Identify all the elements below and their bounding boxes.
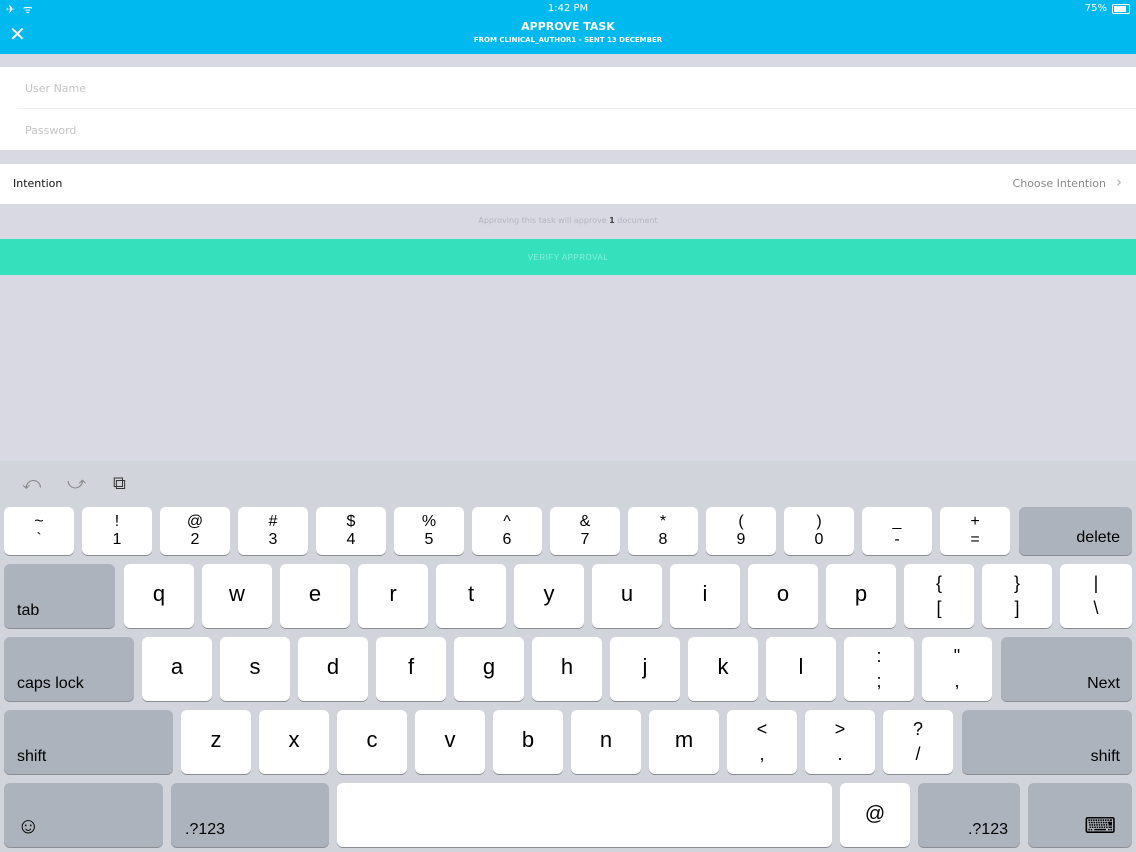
undo-icon[interactable]: ⤺ — [22, 473, 41, 494]
key-left-bracket[interactable]: {[ — [904, 564, 974, 628]
key-7[interactable]: & 7 — [550, 507, 620, 555]
page-title: APPROVE TASK — [521, 20, 615, 33]
key-quote[interactable]: ", — [922, 637, 992, 701]
key-semicolon[interactable]: :; — [844, 637, 914, 701]
key-e[interactable]: e — [280, 564, 350, 628]
key-c[interactable]: c — [337, 710, 407, 774]
key-backtick[interactable]: ~ ` — [4, 507, 74, 555]
numbers-key-left[interactable]: .?123 — [171, 783, 329, 847]
tab-key[interactable]: tab — [4, 564, 115, 628]
key-h[interactable]: h — [532, 637, 602, 701]
key-9[interactable]: (9 — [706, 507, 776, 555]
key-8[interactable]: * 8 — [628, 507, 698, 555]
key-1[interactable]: ! 1 — [82, 507, 152, 555]
key-u[interactable]: u — [592, 564, 662, 628]
dismiss-keyboard-key[interactable]: ⌨ — [1028, 783, 1132, 847]
redo-icon[interactable]: ⤻ — [67, 473, 86, 494]
verify-approval-button[interactable]: VERIFY APPROVAL — [0, 239, 1136, 275]
key-period[interactable]: >. — [805, 710, 875, 774]
key-l[interactable]: l — [766, 637, 836, 701]
page-subtitle: FROM CLINICAL_AUTHOR1 - SENT 13 DECEMBER — [473, 36, 663, 44]
key-2[interactable]: @2 — [160, 507, 230, 555]
key-0[interactable]: ) 0 — [784, 507, 854, 555]
copy-icon[interactable]: ⧉ — [113, 473, 126, 494]
key-n[interactable]: n — [571, 710, 641, 774]
intention-label: Intention — [13, 177, 63, 190]
key-i[interactable]: i — [670, 564, 740, 628]
caps-lock-key[interactable]: caps lock — [4, 637, 134, 701]
key-d[interactable]: d — [298, 637, 368, 701]
key-j[interactable]: j — [610, 637, 680, 701]
battery-icon — [1112, 3, 1130, 14]
shift-key-left[interactable]: shift — [4, 710, 173, 774]
delete-key[interactable]: delete — [1019, 507, 1132, 555]
key-backslash[interactable]: | \ — [1060, 564, 1132, 628]
key-t[interactable]: t — [436, 564, 506, 628]
credentials-group — [0, 67, 1136, 152]
password-field[interactable] — [23, 109, 1136, 152]
key-x[interactable]: x — [259, 710, 329, 774]
username-field[interactable] — [23, 67, 1136, 110]
key-s[interactable]: s — [220, 637, 290, 701]
keyboard: ⤺ ⤻ ⧉ ~ ` ! 1 @2 #3 $4 % 5 ^ 6 & 7 * 8 (9 ) 0 _… — [0, 461, 1136, 852]
key-y[interactable]: y — [514, 564, 584, 628]
battery-percent: 75% — [1084, 3, 1107, 14]
keyboard-icon: ⌨ — [1084, 813, 1116, 838]
nav-bar: ✕ APPROVE TASK FROM CLINICAL_AUTHOR1 - S… — [0, 18, 1136, 54]
emoji-icon: ☺ — [17, 813, 40, 838]
key-p[interactable]: p — [826, 564, 896, 628]
key-minus[interactable]: _ - — [862, 507, 932, 555]
key-right-bracket[interactable]: }] — [982, 564, 1052, 628]
key-6[interactable]: ^ 6 — [472, 507, 542, 555]
key-equals[interactable]: + = — [940, 507, 1010, 555]
key-o[interactable]: o — [748, 564, 818, 628]
key-z[interactable]: z — [181, 710, 251, 774]
intention-row[interactable]: Intention Choose Intention › — [0, 164, 1136, 204]
key-5[interactable]: % 5 — [394, 507, 464, 555]
info-prefix: Approving this task will approve — [478, 216, 610, 225]
key-q[interactable]: q — [124, 564, 194, 628]
chevron-right-icon: › — [1116, 173, 1122, 191]
key-m[interactable]: m — [649, 710, 719, 774]
key-comma[interactable]: <, — [727, 710, 797, 774]
approval-info: Approving this task will approve 1 docum… — [0, 216, 1136, 225]
key-g[interactable]: g — [454, 637, 524, 701]
next-key[interactable]: Next — [1001, 637, 1132, 701]
key-r[interactable]: r — [358, 564, 428, 628]
emoji-key[interactable]: ☺ — [4, 783, 163, 847]
space-key[interactable] — [337, 783, 832, 847]
clock: 1:42 PM — [547, 3, 589, 14]
info-suffix: document — [614, 216, 658, 225]
key-3[interactable]: #3 — [238, 507, 308, 555]
intention-value: Choose Intention — [1012, 177, 1106, 190]
shift-key-right[interactable]: shift — [962, 710, 1132, 774]
key-w[interactable]: w — [202, 564, 272, 628]
key-at[interactable]: @ — [840, 783, 910, 847]
numbers-key-right[interactable]: .?123 — [918, 783, 1020, 847]
key-slash[interactable]: ? / — [883, 710, 953, 774]
key-v[interactable]: v — [415, 710, 485, 774]
key-b[interactable]: b — [493, 710, 563, 774]
key-k[interactable]: k — [688, 637, 758, 701]
key-a[interactable]: a — [142, 637, 212, 701]
key-4[interactable]: $4 — [316, 507, 386, 555]
key-f[interactable]: f — [376, 637, 446, 701]
status-bar: ✈ ᯤ 1:42 PM 75% — [0, 0, 1136, 18]
battery-indicator: 75% — [1085, 3, 1130, 14]
